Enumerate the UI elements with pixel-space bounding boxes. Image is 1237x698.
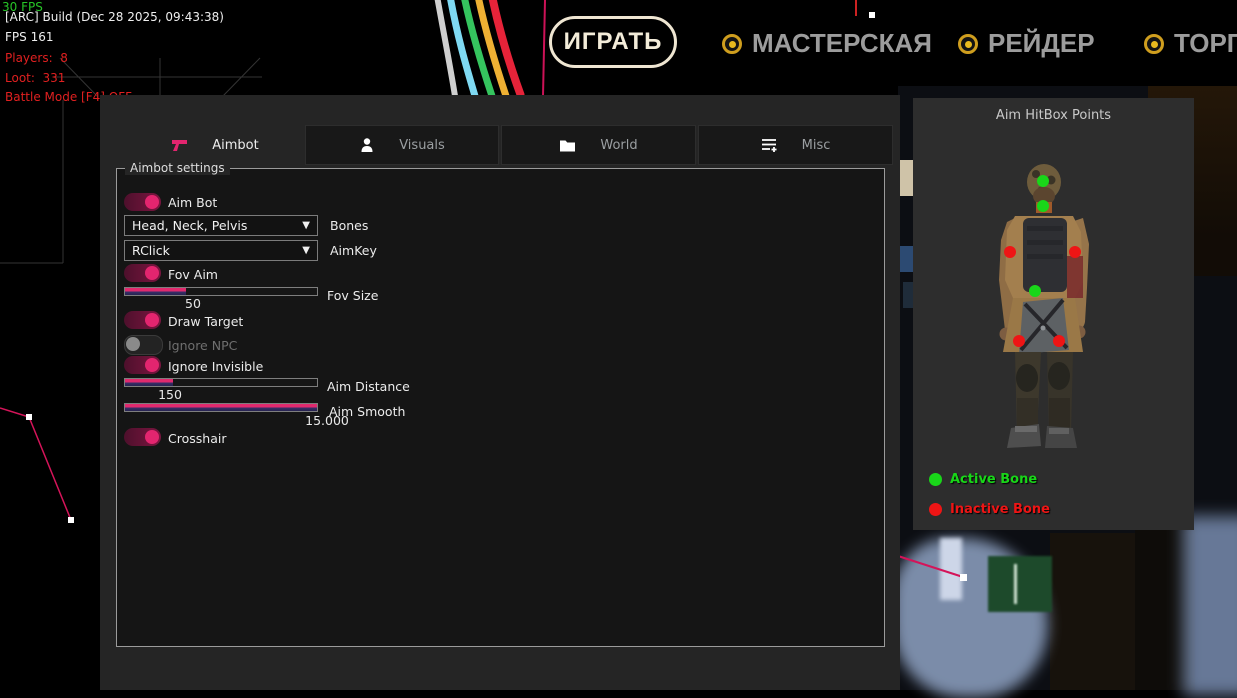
scene-light-sliver (940, 538, 962, 600)
fov-size-label: Fov Size (327, 288, 378, 303)
bone-dot-right-shoulder[interactable] (1069, 246, 1081, 258)
nav-item-raider[interactable]: РЕЙДЕР (958, 28, 1095, 59)
bones-select[interactable]: Head, Neck, Pelvis ▼ (124, 215, 318, 236)
bones-label: Bones (330, 218, 368, 233)
crosshair-toggle[interactable] (124, 428, 161, 446)
legend-label: Active Bone (950, 472, 1037, 487)
scene-edge-teal (903, 282, 913, 308)
scene-green-sign (988, 556, 1052, 612)
toggle-knob (145, 195, 159, 209)
tab-aimbot[interactable]: Aimbot (135, 125, 295, 165)
nav-item-label: МАСТЕРСКАЯ (752, 28, 932, 59)
legend-label: Inactive Bone (950, 502, 1050, 517)
bone-dot-neck[interactable] (1037, 200, 1049, 212)
coin-icon (958, 34, 978, 54)
toggle-knob (145, 358, 159, 372)
draw-target-label: Draw Target (168, 314, 243, 329)
cheat-menu-panel: Aimbot Visuals World Misc Aimbot setting… (100, 95, 900, 690)
playlist-icon (761, 137, 778, 153)
ignore-invisible-toggle[interactable] (124, 356, 161, 374)
toggle-knob (145, 266, 159, 280)
active-bone-dot (929, 473, 942, 486)
ignore-invisible-label: Ignore Invisible (168, 359, 263, 374)
folder-icon (559, 138, 576, 153)
bone-dot-pelvis[interactable] (1029, 285, 1041, 297)
slider-fill (125, 404, 317, 411)
slider-fill (125, 288, 186, 295)
scene-sign-mark (1014, 564, 1017, 604)
tab-misc[interactable]: Misc (698, 125, 893, 165)
fps-label: FPS 161 (5, 31, 53, 43)
crosshair-label: Crosshair (168, 431, 226, 446)
chevron-down-icon: ▼ (302, 241, 310, 260)
bones-select-value: Head, Neck, Pelvis (132, 218, 247, 233)
bone-dot-left-hip[interactable] (1013, 335, 1025, 347)
tab-label: Visuals (399, 138, 445, 153)
scene-blue-blob2 (1183, 516, 1237, 696)
scene-dark-pillar (1050, 533, 1135, 690)
aim-bot-toggle[interactable] (124, 193, 161, 211)
legend-active-bone: Active Bone (929, 472, 1037, 487)
aim-distance-slider[interactable] (124, 378, 318, 387)
aimkey-select-value: RClick (132, 243, 170, 258)
fov-size-slider[interactable] (124, 287, 318, 296)
tab-world[interactable]: World (501, 125, 696, 165)
toggle-knob (145, 430, 159, 444)
scene-edge-blue (900, 246, 913, 272)
play-button[interactable]: ИГРАТЬ (549, 16, 677, 68)
draw-target-toggle[interactable] (124, 311, 161, 329)
legend-inactive-bone: Inactive Bone (929, 502, 1050, 517)
aim-smooth-label: Aim Smooth (329, 404, 405, 419)
coin-icon (722, 34, 742, 54)
hitbox-panel-title: Aim HitBox Points (913, 108, 1194, 123)
fov-aim-toggle[interactable] (124, 264, 161, 282)
tab-visuals[interactable]: Visuals (305, 125, 499, 165)
bone-dot-right-hip[interactable] (1053, 335, 1065, 347)
aimkey-label: AimKey (330, 243, 377, 258)
tab-label: World (600, 138, 637, 153)
bone-dot-head[interactable] (1037, 175, 1049, 187)
fov-aim-label: Fov Aim (168, 267, 218, 282)
scene-edge-light (900, 160, 913, 196)
aim-distance-value: 150 (145, 387, 195, 402)
nav-item-label: РЕЙДЕР (988, 28, 1095, 59)
toggle-knob (145, 313, 159, 327)
nav-item-trade[interactable]: ТОРГО (1144, 28, 1237, 59)
toggle-knob (126, 337, 140, 351)
person-icon (359, 137, 375, 153)
slider-fill (125, 379, 173, 386)
aim-bot-label: Aim Bot (168, 195, 217, 210)
ignore-npc-toggle[interactable] (124, 335, 163, 355)
nav-item-workshop[interactable]: МАСТЕРСКАЯ (722, 28, 932, 59)
tab-label: Misc (802, 138, 831, 153)
nav-item-label: ТОРГО (1174, 28, 1237, 59)
groupbox-title: Aimbot settings (125, 161, 230, 175)
marker-dot (869, 12, 875, 18)
ignore-npc-label: Ignore NPC (168, 338, 237, 353)
build-info: [ARC] Build (Dec 28 2025, 09:43:38) (5, 11, 224, 23)
hitbox-panel: Aim HitBox Points (913, 98, 1194, 530)
pistol-icon (171, 137, 188, 154)
aimkey-select[interactable]: RClick ▼ (124, 240, 318, 261)
bone-dot-left-shoulder[interactable] (1004, 246, 1016, 258)
coin-icon (1144, 34, 1164, 54)
chevron-down-icon: ▼ (302, 216, 310, 235)
inactive-bone-dot (929, 503, 942, 516)
loot-counter: Loot: 331 (5, 72, 65, 84)
aim-distance-label: Aim Distance (327, 379, 410, 394)
tab-label: Aimbot (212, 138, 258, 153)
fov-size-value: 50 (173, 296, 213, 311)
aim-smooth-slider[interactable] (124, 403, 318, 412)
players-counter: Players: 8 (5, 52, 68, 64)
